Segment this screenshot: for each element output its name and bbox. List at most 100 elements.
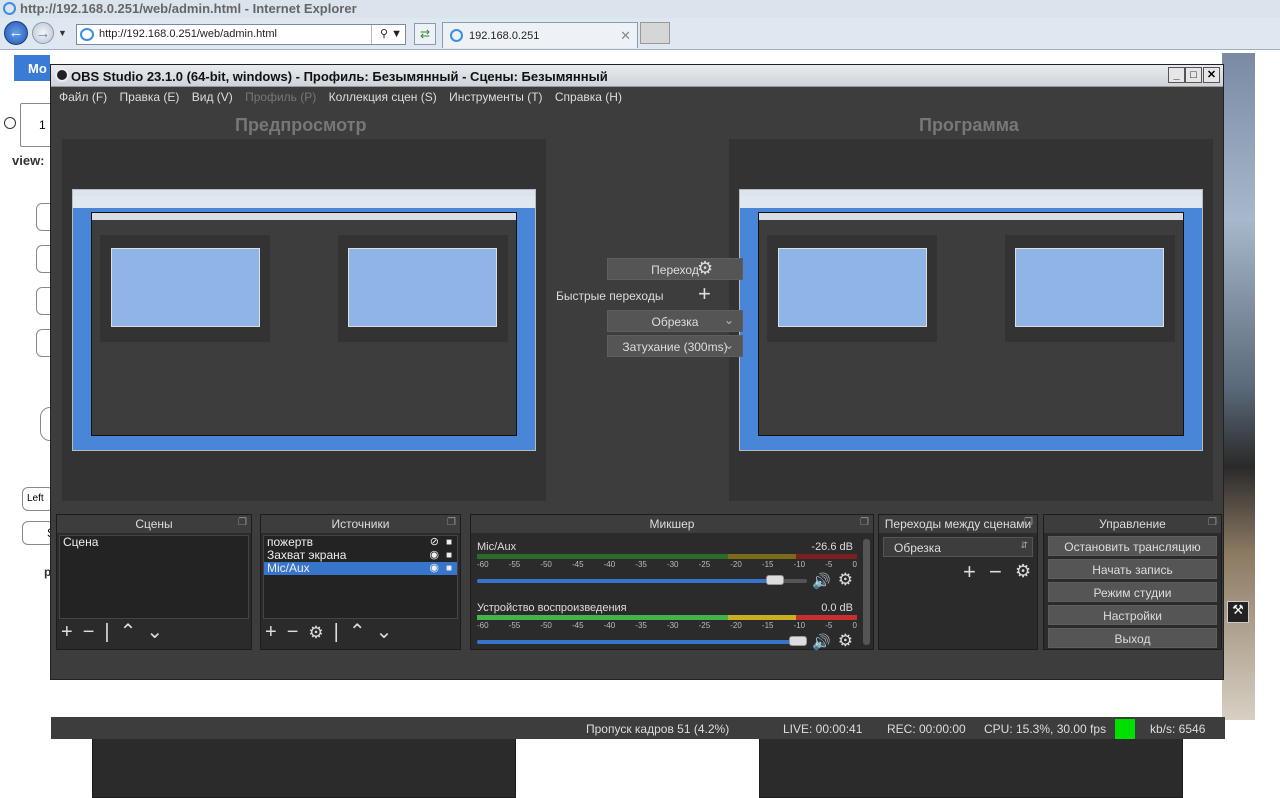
menu-edit[interactable]: Правка (E) [120,90,180,104]
menu-scene-collection[interactable]: Коллекция сцен (S) [329,90,437,104]
add-quick-transition-icon[interactable]: + [698,281,711,307]
float-dock-icon[interactable]: ❐ [447,517,456,528]
history-dropdown-icon[interactable]: ▼ [58,28,67,38]
tick-label: -35 [635,560,647,569]
lock-icon[interactable]: ■ [446,549,452,562]
admin-tab[interactable]: Mo [14,55,50,81]
speaker-icon[interactable]: 🔊 [812,633,831,651]
minimize-icon[interactable]: _ [1168,67,1185,83]
eye-icon[interactable]: ◉ [429,562,439,575]
menu-tools[interactable]: Инструменты (T) [449,90,542,104]
tick-label: -10 [793,560,806,569]
transition-select[interactable]: Обрезка ⇵ [883,537,1033,557]
browser-window-title: http://192.168.0.251/web/admin.html - In… [20,1,357,16]
tick-label: 0 [852,621,857,630]
meter-ticks: -60 -55 -50 -45 -40 -35 -30 -25 -20 -15 -10 -5 0 [477,560,857,569]
remove-source-icon[interactable]: − [287,621,299,643]
stream-health-indicator [1115,719,1135,739]
eye-icon[interactable]: ◉ [429,549,439,562]
view-label: view: [12,153,45,168]
chevron-down-icon: ⌄ [723,338,734,352]
tools-icon[interactable]: ⚒ [1227,601,1249,623]
source-name: Захват экрана [267,548,347,562]
preview-image [72,189,536,798]
sources-dock-header: Источники ❐ [261,515,460,533]
scene-item[interactable]: Сцена [60,536,248,549]
exit-button[interactable]: Выход [1048,628,1217,648]
browser-toolbar: ← → ▼ http://192.168.0.251/web/admin.htm… [0,18,1280,50]
transition-properties-icon[interactable]: ⚙ [1015,561,1031,582]
source-name: Mic/Aux [267,561,310,575]
volume-slider[interactable] [477,575,807,585]
menu-file[interactable]: Файл (F) [59,90,107,104]
channel-settings-icon[interactable]: ⚙ [838,631,853,651]
source-name: пожертв [267,535,314,549]
speaker-icon[interactable]: 🔊 [812,572,831,590]
add-source-icon[interactable]: + [265,621,277,643]
add-transition-icon[interactable]: + [963,559,976,585]
settings-button[interactable]: Настройки [1048,605,1217,625]
start-recording-button[interactable]: Начать запись [1048,559,1217,579]
source-settings-icon[interactable]: ⚙ [308,623,323,642]
volume-fill [477,579,784,583]
new-tab-button[interactable] [640,22,670,44]
radio-button[interactable] [4,117,16,129]
menu-view[interactable]: Вид (V) [192,90,233,104]
maximize-icon[interactable]: □ [1185,67,1202,83]
quick-transitions-label: Быстрые переходы [556,289,664,303]
float-dock-icon[interactable]: ❐ [860,517,869,528]
menu-help[interactable]: Справка (H) [555,90,622,104]
mixer-scrollbar[interactable] [863,539,870,645]
meter-ticks: -60 -55 -50 -45 -40 -35 -30 -25 -20 -15 -10 -5 0 [477,621,857,630]
browser-tab[interactable]: 192.168.0.251 ✕ [442,22,638,48]
hidden-eye-icon[interactable]: ⊘ [430,536,439,549]
scene-transitions-dock: Переходы между сценами ❐ Обрезка ⇵ + − ⚙ [878,514,1038,650]
transition-settings-icon[interactable]: ⚙ [697,258,713,279]
tick-label: 0 [852,560,857,569]
mixer-channel-mic: Mic/Aux -26.6 dB -60 -55 -50 -45 -40 -35 -30 -2… [477,541,857,591]
volume-knob[interactable] [789,636,807,646]
close-tab-icon[interactable]: ✕ [620,28,631,44]
volume-slider[interactable] [477,636,807,646]
preview-canvas[interactable] [62,139,546,798]
address-bar[interactable]: http://192.168.0.251/web/admin.html ⚲ ▼ [76,24,406,45]
channel-db: -26.6 dB [811,541,853,553]
quick-transition-fade-label: Затухание (300ms) [622,340,728,354]
address-text: http://192.168.0.251/web/admin.html [99,28,277,40]
obs-title-bar: OBS Studio 23.1.0 (64-bit, windows) - Пр… [51,65,1223,87]
tick-label: -5 [825,560,833,569]
menu-profile[interactable]: Профиль (P) [245,90,316,104]
float-dock-icon[interactable]: ❐ [1208,517,1217,528]
remove-transition-icon[interactable]: − [989,559,1002,585]
channel-settings-icon[interactable]: ⚙ [838,570,853,590]
lock-icon[interactable]: ■ [446,562,452,575]
back-button[interactable]: ← [4,21,28,45]
quick-transition-crop[interactable]: Обрезка ⌄ [607,310,743,332]
move-up-icon[interactable]: ⌃ [120,621,137,643]
add-scene-icon[interactable]: + [61,621,73,643]
search-dropdown-icon[interactable]: ⚲ ▼ [371,25,405,44]
volume-knob[interactable] [765,575,784,585]
forward-button[interactable]: → [32,22,54,44]
studio-mode-button[interactable]: Режим студии [1048,582,1217,602]
lock-icon[interactable]: ■ [446,536,452,549]
source-item-selected[interactable]: Mic/Aux ◉ ■ [264,562,457,575]
preview-label: Предпросмотр [235,115,367,135]
move-down-icon[interactable]: ⌄ [146,621,163,643]
move-up-icon[interactable]: ⌃ [349,621,366,643]
tick-label: -5 [825,621,833,630]
float-dock-icon[interactable]: ❐ [1024,517,1033,528]
tick-label: -15 [761,560,774,569]
channel-name: Устройство воспроизведения [477,602,627,614]
remove-scene-icon[interactable]: − [83,621,95,643]
transition-button[interactable]: Переход [607,258,743,280]
close-icon[interactable]: ✕ [1203,67,1220,83]
obs-window: OBS Studio 23.1.0 (64-bit, windows) - Пр… [50,64,1225,798]
scenes-title: Сцены [135,517,173,531]
page-right-margin [1255,51,1280,720]
stop-streaming-button[interactable]: Остановить трансляцию [1048,536,1217,556]
refresh-icon[interactable]: ⇄ [414,23,436,45]
float-dock-icon[interactable]: ❐ [238,517,247,528]
quick-transition-fade[interactable]: Затухание (300ms) ⌄ [607,335,743,357]
move-down-icon[interactable]: ⌄ [376,621,393,643]
